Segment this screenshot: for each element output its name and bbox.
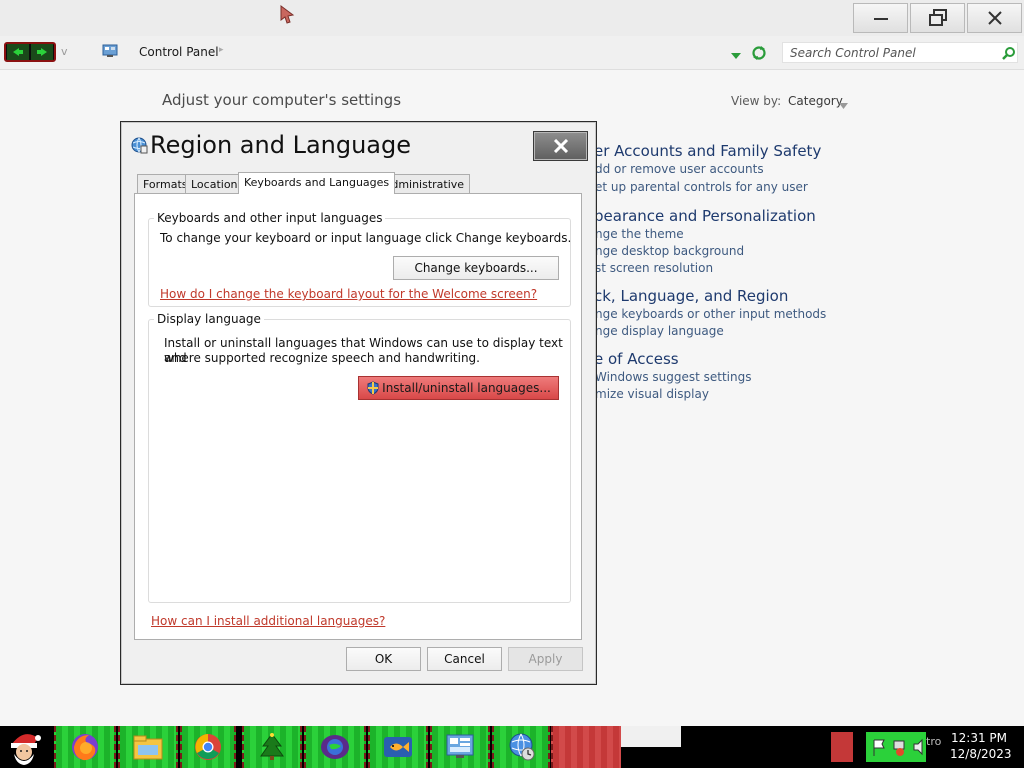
back-button[interactable]: [7, 44, 29, 60]
close-icon: [987, 11, 1002, 25]
close-icon: [553, 139, 568, 153]
start-button-santa-icon[interactable]: [4, 728, 44, 768]
link-desktop-background[interactable]: nge desktop background: [595, 244, 744, 258]
ok-button[interactable]: OK: [346, 647, 421, 671]
view-by-dropdown[interactable]: Category: [788, 94, 843, 108]
link-screen-resolution[interactable]: st screen resolution: [595, 261, 713, 275]
taskbar-network-globe[interactable]: [492, 726, 550, 768]
forward-button[interactable]: [31, 44, 53, 60]
category-ease-of-access[interactable]: e of Access: [594, 350, 679, 368]
taskbar-tree-app[interactable]: [242, 726, 302, 768]
globe-app-icon: [321, 735, 349, 759]
shield-icon: [367, 381, 379, 395]
breadcrumb-chevron-icon[interactable]: ▸: [219, 45, 224, 55]
link-parental-controls[interactable]: et up parental controls for any user: [595, 180, 808, 194]
search-icon[interactable]: [1002, 46, 1016, 63]
taskbar-file-explorer[interactable]: [118, 726, 178, 768]
category-user-accounts[interactable]: er Accounts and Family Safety: [594, 142, 821, 160]
christmas-tree-icon: [260, 733, 284, 760]
install-button-label: Install/uninstall languages...: [382, 381, 551, 395]
keyboards-group-label: Keyboards and other input languages: [154, 211, 386, 225]
install-additional-languages-link[interactable]: How can I install additional languages?: [151, 614, 385, 628]
control-panel-app-icon: [446, 734, 474, 758]
link-change-keyboards[interactable]: nge keyboards or other input methods: [595, 307, 826, 321]
clock-time[interactable]: 12:31 PM: [951, 731, 1007, 745]
apply-button[interactable]: Apply: [508, 647, 583, 671]
window-titlebar: [0, 0, 1024, 36]
change-keyboards-button[interactable]: Change keyboards...: [393, 256, 559, 280]
category-clock-language-region[interactable]: ck, Language, and Region: [594, 287, 788, 305]
link-windows-suggest-settings[interactable]: Windows suggest settings: [595, 370, 751, 384]
control-panel-window: v Control Panel ▸ Adjust your computer's…: [0, 0, 1024, 726]
address-dropdown-icon[interactable]: [731, 48, 741, 62]
install-uninstall-languages-button[interactable]: Install/uninstall languages...: [358, 376, 559, 400]
address-bar: v Control Panel ▸: [0, 36, 1024, 70]
view-by-label: View by:: [731, 94, 782, 108]
link-add-remove-accounts[interactable]: dd or remove user accounts: [595, 162, 764, 176]
tray-label: tro: [926, 735, 942, 748]
restore-button[interactable]: [910, 3, 965, 33]
taskbar-control-panel[interactable]: [430, 726, 490, 768]
taskbar-firefox[interactable]: [54, 726, 116, 768]
link-optimize-visual-display[interactable]: mize visual display: [595, 387, 709, 401]
taskbar-globe-app[interactable]: [304, 726, 366, 768]
action-center-flag-icon[interactable]: [873, 739, 885, 756]
region-language-dialog: Region and Language Formats Location Key…: [120, 121, 597, 685]
tab-location[interactable]: Location: [185, 174, 244, 193]
breadcrumb-control-panel[interactable]: Control Panel: [139, 45, 219, 59]
tab-keyboards-languages[interactable]: Keyboards and Languages: [238, 172, 396, 194]
close-window-button[interactable]: [967, 3, 1022, 33]
clock-date[interactable]: 12/8/2023: [950, 747, 1012, 761]
minimize-icon: [873, 18, 888, 20]
recent-pages-dropdown[interactable]: v: [61, 45, 68, 58]
restore-icon: [928, 9, 947, 26]
control-panel-icon: [102, 44, 118, 58]
welcome-screen-keyboard-link[interactable]: How do I change the keyboard layout for …: [160, 287, 537, 301]
tab-panel: Keyboards and other input languages To c…: [134, 193, 582, 640]
refresh-icon[interactable]: [751, 45, 767, 64]
network-globe-icon: [509, 733, 535, 761]
forward-arrow-icon: [37, 48, 47, 56]
chrome-icon: [195, 734, 221, 760]
fish-icon: [384, 737, 412, 757]
network-icon[interactable]: [893, 740, 905, 756]
mouse-cursor-icon: [279, 5, 295, 28]
taskbar-fish-app[interactable]: [368, 726, 428, 768]
chevron-down-icon[interactable]: [839, 98, 848, 112]
search-input[interactable]: [783, 43, 998, 62]
tray-red-indicator[interactable]: [831, 732, 853, 762]
link-display-language[interactable]: nge display language: [595, 324, 724, 338]
dialog-title: Region and Language: [150, 131, 412, 159]
globe-icon: [130, 136, 148, 157]
folder-icon: [133, 735, 163, 760]
page-heading: Adjust your computer's settings: [162, 91, 402, 109]
taskbar: tro 12:31 PM 12/8/2023: [0, 726, 1024, 768]
volume-icon[interactable]: [913, 738, 923, 756]
firefox-icon: [72, 734, 98, 761]
link-change-theme[interactable]: nge the theme: [595, 227, 684, 241]
taskbar-chrome[interactable]: [180, 726, 236, 768]
taskbar-empty-slot[interactable]: [551, 726, 621, 768]
display-description-line2: where supported recognize speech and han…: [164, 351, 480, 365]
cancel-button[interactable]: Cancel: [427, 647, 502, 671]
category-appearance[interactable]: pearance and Personalization: [594, 207, 816, 225]
search-box: [782, 42, 1018, 63]
dialog-close-button[interactable]: [533, 131, 588, 161]
keyboards-description: To change your keyboard or input languag…: [160, 231, 572, 245]
minimize-button[interactable]: [853, 3, 908, 33]
system-tray: [866, 732, 926, 762]
back-arrow-icon: [13, 48, 23, 56]
taskbar-blank-area: [621, 726, 681, 747]
navigation-buttons: [4, 42, 56, 62]
display-language-group-label: Display language: [154, 312, 264, 326]
